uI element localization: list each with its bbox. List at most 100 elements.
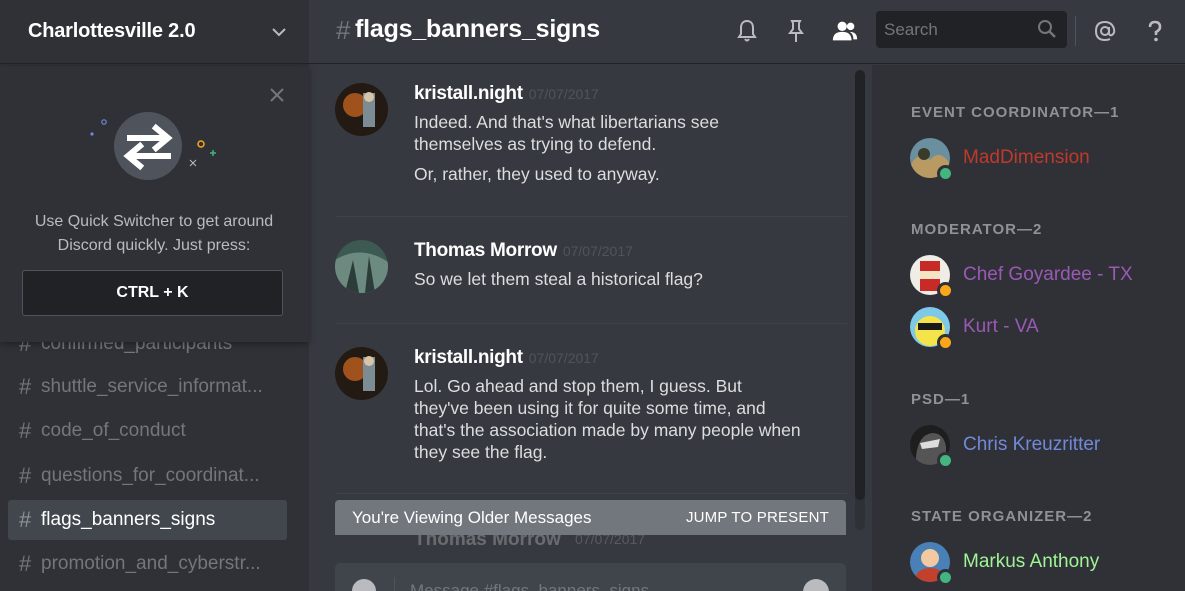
channel-label: flags_banners_signs (41, 509, 216, 530)
channel-item-shuttle-service[interactable]: # shuttle_service_informat... (8, 367, 287, 407)
message-composer (335, 563, 846, 591)
older-messages-bar: You're Viewing Older Messages JUMP TO PR… (335, 500, 846, 535)
chat-header: # flags_banners_signs (309, 0, 1185, 64)
online-status-icon (937, 165, 954, 182)
help-icon[interactable] (1141, 17, 1169, 45)
hash-icon: # (19, 418, 32, 443)
message-text: So we let them steal a historical flag? (414, 269, 703, 289)
channel-sidebar: # confirmed_participants # shuttle_servi… (0, 0, 309, 591)
hash-icon: # (19, 551, 32, 576)
avatar (910, 425, 954, 469)
channel-label: shuttle_service_informat... (41, 376, 263, 397)
message-text: that's the association made by many peop… (414, 420, 801, 440)
search-icon (1038, 20, 1056, 38)
hash-icon: # (19, 507, 32, 532)
member-name: Chef Goyardee - TX (963, 264, 1133, 285)
online-status-icon (937, 569, 954, 586)
message-text: themselves as trying to defend. (414, 134, 657, 154)
avatar[interactable] (335, 83, 388, 136)
member-name: Markus Anthony (963, 551, 1100, 572)
message-author: Thomas Morrow (414, 535, 561, 550)
online-status-icon (937, 452, 954, 469)
message-body: Thomas Morrow 07/07/2017 So we let them s… (414, 240, 854, 290)
message-divider (335, 216, 847, 217)
channel-item-questions[interactable]: # questions_for_coordinat... (8, 456, 287, 496)
header-divider (1075, 16, 1076, 46)
member-item[interactable]: Kurt - VA (910, 304, 1172, 351)
avatar (910, 307, 954, 351)
message-body: kristall.night 07/07/2017 Lol. Go ahead a… (414, 347, 854, 463)
avatar[interactable] (335, 347, 388, 400)
avatar (910, 255, 954, 299)
message-text: they see the flag. (414, 442, 548, 462)
members-icon[interactable] (831, 17, 859, 45)
upload-icon[interactable] (352, 579, 376, 591)
avatar (910, 542, 954, 586)
role-header: PSD—1 (911, 391, 971, 408)
chevron-down-icon (272, 27, 286, 36)
member-name: MadDimension (963, 147, 1090, 168)
role-header: MODERATOR—2 (911, 221, 1043, 238)
member-item[interactable]: MadDimension (910, 135, 1172, 182)
message-author[interactable]: kristall.night (414, 83, 523, 104)
jump-to-present-button[interactable]: JUMP TO PRESENT (686, 509, 829, 526)
message-body: kristall.night 07/07/2017 Indeed. And tha… (414, 83, 854, 185)
faded-message-preview: Thomas Morrow 07/07/2017 (335, 535, 846, 563)
idle-status-icon (937, 282, 954, 299)
member-list: EVENT COORDINATOR—1 MadDimension MODERAT… (872, 65, 1185, 591)
role-header: STATE ORGANIZER—2 (911, 508, 1093, 525)
message-group: kristall.night 07/07/2017 Lol. Go ahead a… (335, 347, 847, 477)
message-text: they've been using it for quite some tim… (414, 398, 766, 418)
search-input[interactable] (884, 19, 1034, 40)
hash-icon: # (19, 463, 32, 488)
channel-item-code-of-conduct[interactable]: # code_of_conduct (8, 411, 287, 451)
message-timestamp: 07/07/2017 (528, 86, 599, 102)
quick-switcher-shortcut-button[interactable]: CTRL + K (22, 270, 283, 316)
search-box[interactable] (876, 11, 1067, 48)
message-divider (335, 323, 847, 324)
member-item[interactable]: Markus Anthony (910, 539, 1172, 586)
message-timestamp: 07/07/2017 (562, 243, 633, 259)
message-scrollbar[interactable] (855, 70, 865, 530)
message-divider (335, 493, 847, 494)
quick-switcher-hint: Use Quick Switcher to get around Discord… (14, 210, 294, 258)
emoji-icon[interactable] (803, 579, 829, 591)
channel-title: flags_banners_signs (355, 15, 600, 43)
server-name: Charlottesville 2.0 (28, 20, 196, 42)
pin-icon[interactable] (782, 17, 810, 45)
message-timestamp: 07/07/2017 (528, 350, 599, 366)
message-text: Indeed. And that's what libertarians see (414, 112, 719, 132)
at-icon[interactable] (1091, 17, 1119, 45)
hash-icon: # (336, 15, 351, 45)
hash-icon: # (19, 374, 32, 399)
message-group: Thomas Morrow 07/07/2017 So we let them s… (335, 240, 847, 300)
message-author[interactable]: Thomas Morrow (414, 240, 557, 261)
message-group: kristall.night 07/07/2017 Indeed. And tha… (335, 83, 847, 193)
bell-icon[interactable] (733, 17, 761, 45)
message-input[interactable] (410, 577, 790, 591)
channel-label: promotion_and_cyberstr... (41, 553, 261, 574)
scrollbar-thumb[interactable] (855, 70, 865, 500)
avatar[interactable] (335, 240, 388, 293)
message-text: Lol. Go ahead and stop them, I guess. Bu… (414, 376, 742, 396)
role-header: EVENT COORDINATOR—1 (911, 104, 1120, 121)
member-name: Kurt - VA (963, 316, 1039, 337)
message-text: Or, rather, they used to anyway. (414, 164, 660, 184)
avatar (910, 138, 954, 182)
channel-label: code_of_conduct (41, 420, 186, 441)
composer-divider (394, 577, 395, 591)
channel-item-promotion[interactable]: # promotion_and_cyberstr... (8, 544, 287, 584)
older-messages-label: You're Viewing Older Messages (352, 507, 592, 527)
idle-status-icon (937, 334, 954, 351)
channel-item-flags-banners-signs[interactable]: # flags_banners_signs (8, 500, 287, 540)
message-author[interactable]: kristall.night (414, 347, 523, 368)
member-item[interactable]: Chris Kreuzritter (910, 422, 1172, 469)
close-icon[interactable] (268, 86, 286, 104)
member-item[interactable]: Chef Goyardee - TX (910, 252, 1172, 299)
quick-switcher-hint-line1: Use Quick Switcher to get around (34, 213, 274, 230)
server-header[interactable]: Charlottesville 2.0 (0, 0, 309, 64)
message-timestamp: 07/07/2017 (575, 535, 646, 547)
channel-label: questions_for_coordinat... (41, 465, 260, 486)
member-name: Chris Kreuzritter (963, 434, 1101, 455)
quick-switcher-illustration (90, 112, 216, 180)
